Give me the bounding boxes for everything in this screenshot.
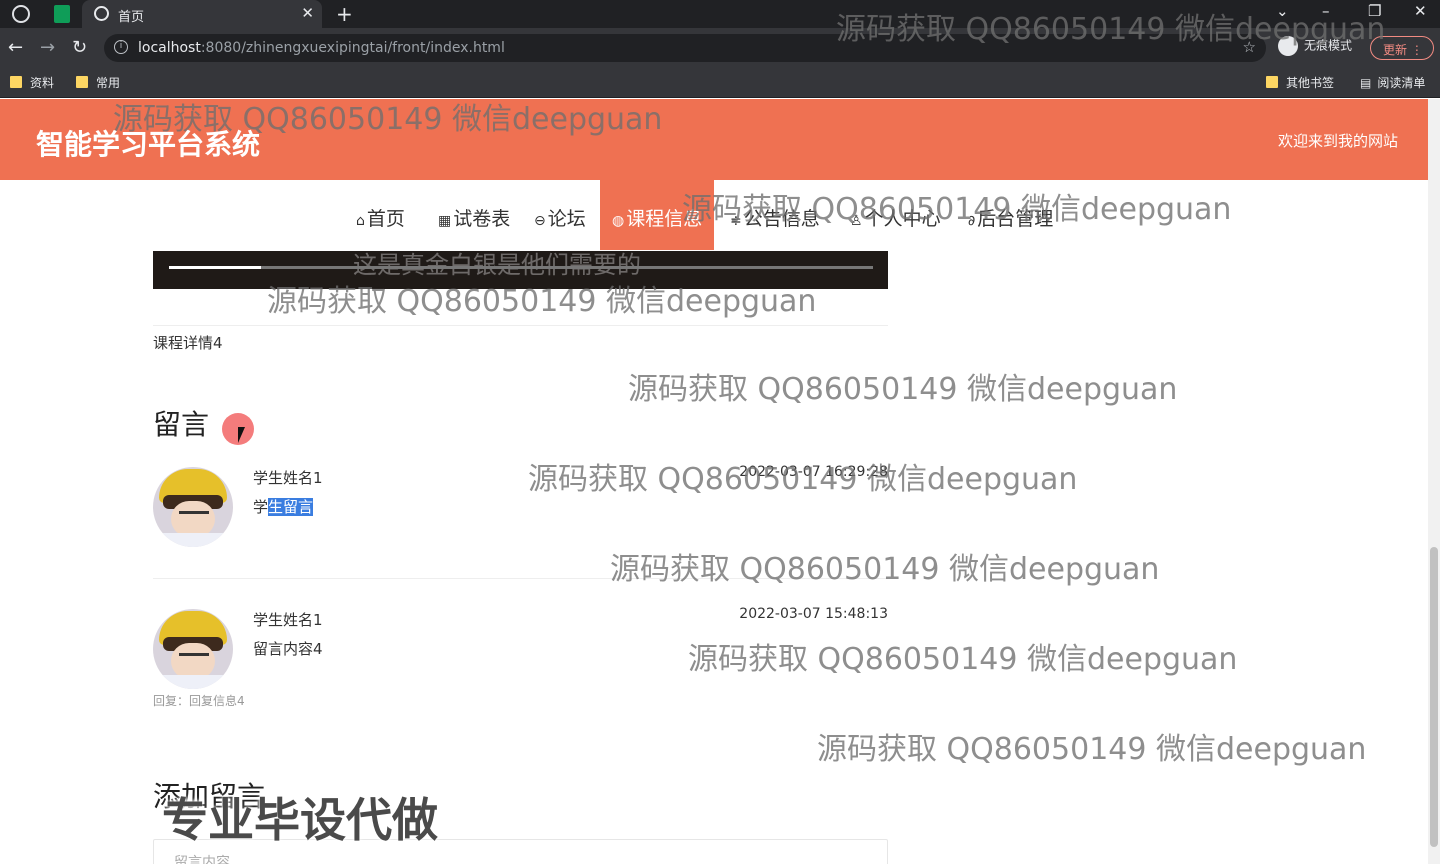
folder-icon (10, 76, 22, 88)
selected-text: 生留言 (268, 498, 314, 516)
welcome-text: 欢迎来到我的网站 (1277, 132, 1398, 150)
video-progress-fill (169, 266, 261, 269)
nav-label: 首页 (366, 208, 405, 230)
watermark: 源码获取 QQ86050149 微信deepguan (267, 284, 817, 319)
url-path: :8080/zhinengxuexipingtai/front/index.ht… (200, 40, 505, 56)
site-info-icon[interactable]: i (114, 40, 128, 54)
comment-text: 留言内容4 (253, 640, 323, 658)
browser-menu-icon[interactable] (12, 5, 30, 23)
nav-label: 论坛 (547, 208, 586, 230)
back-icon[interactable]: ← (8, 37, 23, 58)
comment-author: 学生姓名1 (253, 469, 323, 487)
nav-home[interactable]: ⌂ 首页 (356, 180, 405, 250)
comment-input-placeholder: 留言内容 (174, 855, 230, 864)
mouse-cursor-icon (238, 427, 245, 443)
bookmark-label: 常用 (96, 76, 121, 90)
update-label: 更新 (1383, 43, 1408, 57)
watermark: 源码获取 QQ86050149 微信deepguan (817, 732, 1367, 767)
bookmark-label: 资料 (30, 76, 55, 90)
tab-title: 首页 (118, 10, 145, 25)
avatar (153, 609, 233, 689)
watermark: 源码获取 QQ86050149 微信deepguan (682, 192, 1232, 227)
watermark: 源码获取 QQ86050149 微信deepguan (628, 372, 1178, 407)
home-icon: ⌂ (356, 213, 365, 229)
reload-icon[interactable]: ↻ (72, 37, 87, 58)
page-scrollbar[interactable] (1428, 99, 1440, 864)
comments-title: 留言 (153, 408, 210, 441)
video-progress-bar[interactable] (169, 266, 873, 269)
browser-window: 首页 ✕ + ⌄ – ❐ ✕ ← → ↻ i localhost:8080/zh… (0, 0, 1440, 864)
watermark: 源码获取 QQ86050149 微信deepguan (528, 462, 1078, 497)
watermark: 源码获取 QQ86050149 微信deepguan (113, 102, 663, 137)
folder-icon (1266, 76, 1278, 88)
bookmark-label: 阅读清单 (1377, 76, 1426, 90)
sheets-tab-icon[interactable] (54, 5, 70, 23)
comment-author: 学生姓名1 (253, 611, 323, 629)
video-subtitle: 这是真金白银是他们需要的 (353, 251, 641, 279)
comment-text-prefix: 学 (253, 498, 269, 516)
watermark-banner: 专业毕设代做 (162, 793, 438, 847)
divider (153, 325, 888, 326)
avatar (153, 467, 233, 547)
chat-icon: ⊖ (534, 213, 546, 229)
course-detail: 课程详情4 (153, 334, 223, 352)
bookmark-folder-1[interactable]: 常用 (76, 74, 120, 91)
scrollbar-thumb[interactable] (1430, 547, 1438, 847)
close-window-icon[interactable]: ✕ (1414, 2, 1427, 20)
tab-home[interactable]: 首页 ✕ (82, 0, 322, 28)
close-tab-icon[interactable]: ✕ (301, 4, 314, 22)
comment-reply: 回复：回复信息4 (153, 694, 245, 708)
watermark: 源码获取 QQ86050149 微信deepguan (610, 552, 1160, 587)
nav-label: 试卷表 (453, 208, 511, 230)
comment-time: 2022-03-07 15:48:13 (739, 606, 888, 622)
reading-list-icon: ▤ (1360, 76, 1372, 90)
nav-exam-papers[interactable]: ▦ 试卷表 (438, 180, 510, 250)
folder-icon (76, 76, 88, 88)
url-text[interactable]: localhost:8080/zhinengxuexipingtai/front… (138, 40, 505, 56)
grid-icon: ▦ (438, 213, 452, 229)
nav-forum[interactable]: ⊖ 论坛 (534, 180, 586, 250)
comment-text: 学生留言 (253, 496, 314, 517)
bookmark-folder-0[interactable]: 资料 (10, 74, 54, 91)
other-bookmarks[interactable]: 其他书签 (1266, 74, 1334, 91)
watermark: 源码获取 QQ86050149 微信deepguan (836, 12, 1386, 47)
new-tab-icon[interactable]: + (336, 2, 353, 26)
reading-list[interactable]: ▤ 阅读清单 (1360, 74, 1425, 91)
forward-icon[interactable]: → (40, 37, 55, 58)
bookmark-label: 其他书签 (1286, 76, 1335, 90)
globe-icon (94, 6, 109, 21)
watermark: 源码获取 QQ86050149 微信deepguan (688, 642, 1238, 677)
globe-icon: ◍ (612, 213, 625, 229)
url-host: localhost (138, 40, 201, 56)
